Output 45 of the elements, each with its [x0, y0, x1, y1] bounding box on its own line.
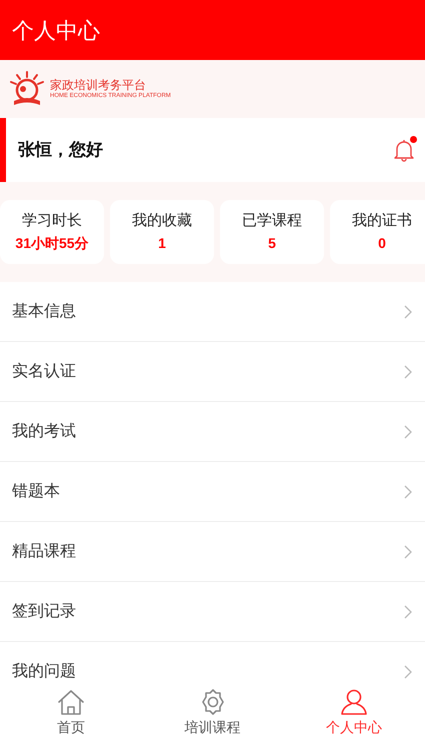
tab-item[interactable]: 培训课程: [142, 685, 284, 740]
logo-title: 家政培训考务平台: [50, 78, 147, 92]
menu-label: 签到记录: [12, 602, 77, 622]
chevron-right-icon: [403, 664, 413, 680]
menu-label: 基本信息: [12, 302, 77, 322]
tab-item[interactable]: 个人中心: [283, 685, 425, 740]
person-icon: [339, 688, 370, 716]
stat-label: 已学课程: [242, 211, 302, 232]
menu-label: 精品课程: [12, 542, 77, 562]
stat-label: 我的证书: [352, 211, 412, 232]
menu-item[interactable]: 签到记录: [0, 582, 425, 642]
stat-value: 5: [268, 234, 276, 253]
stat-value: 1: [158, 234, 166, 253]
chevron-right-icon: [403, 304, 413, 320]
logo-icon: [8, 70, 46, 108]
chevron-right-icon: [403, 364, 413, 380]
menu-label: 错题本: [12, 482, 61, 502]
menu-item[interactable]: 基本信息: [0, 282, 425, 342]
chevron-right-icon: [403, 604, 413, 620]
tab-item[interactable]: 首页: [0, 685, 142, 740]
home-icon: [56, 688, 86, 716]
tab-label: 培训课程: [184, 718, 240, 736]
bell-icon: [393, 138, 415, 162]
stat-label: 我的收藏: [132, 211, 192, 232]
tab-label: 首页: [56, 718, 85, 736]
tab-label: 个人中心: [326, 718, 382, 736]
menu-item[interactable]: 精品课程: [0, 522, 425, 582]
menu-item[interactable]: 实名认证: [0, 342, 425, 402]
menu-label: 实名认证: [12, 362, 77, 382]
stat-value: 31小时55分: [15, 234, 89, 253]
menu-label: 我的考试: [12, 422, 77, 442]
stat-card[interactable]: 我的收藏 1: [110, 200, 214, 264]
stat-value: 0: [378, 234, 386, 253]
page-title: 个人中心: [12, 16, 100, 44]
stat-label: 学习时长: [22, 211, 82, 232]
menu-item[interactable]: 我的考试: [0, 402, 425, 462]
menu-label: 我的问题: [12, 662, 77, 682]
stat-card[interactable]: 我的证书 0: [330, 200, 425, 264]
greeting-text: 张恒，您好: [18, 139, 104, 162]
chevron-right-icon: [403, 424, 413, 440]
stat-card[interactable]: 学习时长 31小时55分: [0, 200, 104, 264]
stat-card[interactable]: 已学课程 5: [220, 200, 324, 264]
menu-item[interactable]: 错题本: [0, 462, 425, 522]
chevron-right-icon: [403, 484, 413, 500]
chevron-right-icon: [403, 544, 413, 560]
